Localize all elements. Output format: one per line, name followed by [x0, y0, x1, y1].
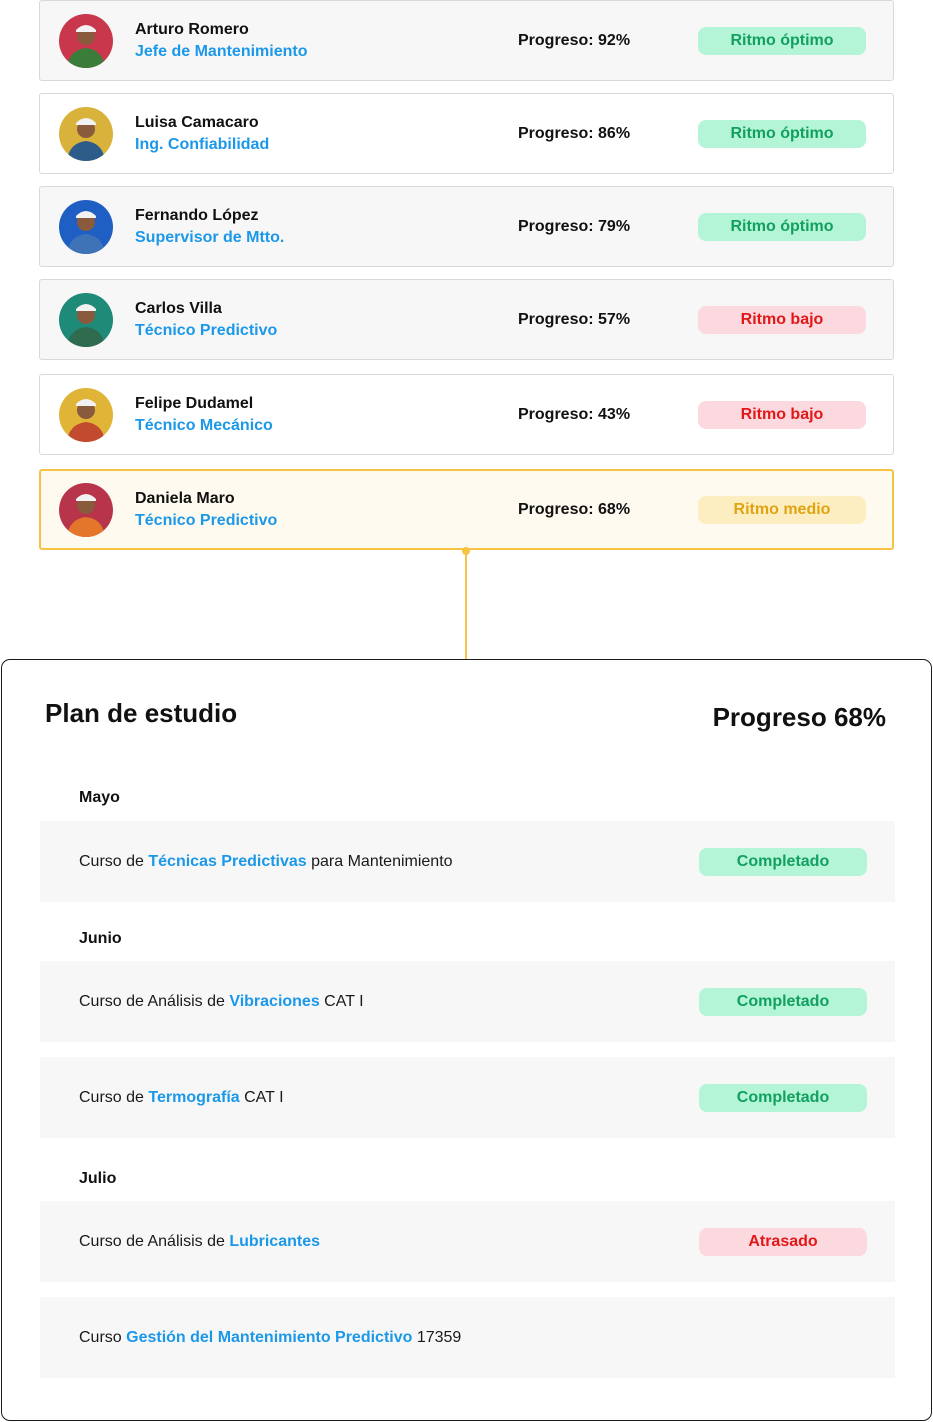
status-badge: Ritmo bajo [698, 400, 866, 429]
status-badge: Ritmo óptimo [698, 212, 866, 241]
person-icon [59, 387, 113, 442]
person-name: Daniela Maro [135, 489, 235, 507]
status-badge: Ritmo bajo [698, 305, 866, 334]
month-label: Mayo [79, 789, 120, 806]
person-role: Técnico Predictivo [135, 321, 278, 339]
course-title: Curso Gestión del Mantenimiento Predicti… [79, 1328, 462, 1346]
avatar [59, 387, 113, 442]
person-role: Jefe de Mantenimiento [135, 42, 308, 60]
status-badge: Ritmo óptimo [698, 119, 866, 148]
person-progress: Progreso: 68% [518, 500, 631, 518]
course-row[interactable]: Curso de Análisis de Vibraciones CAT I C… [40, 961, 895, 1042]
month-label: Junio [79, 930, 122, 947]
person-icon [59, 106, 113, 161]
avatar [59, 199, 113, 254]
person-card[interactable]: Felipe Dudamel Técnico Mecánico Progreso… [39, 374, 894, 455]
person-progress: Progreso: 86% [518, 124, 631, 142]
course-row[interactable]: Curso de Termografía CAT I Completado [40, 1057, 895, 1138]
person-name: Luisa Camacaro [135, 113, 259, 131]
person-name: Felipe Dudamel [135, 394, 254, 412]
person-role: Ing. Confiabilidad [135, 135, 270, 153]
course-title: Curso de Análisis de Vibraciones CAT I [79, 992, 364, 1010]
panel-progress: Progreso 68% [712, 702, 886, 732]
course-title: Curso de Análisis de Lubricantes [79, 1232, 320, 1250]
avatar [59, 13, 113, 68]
person-progress: Progreso: 79% [518, 217, 631, 235]
study-plan-panel: Plan de estudio Progreso 68% Mayo Curso … [1, 659, 932, 1421]
person-card[interactable]: Luisa Camacaro Ing. Confiabilidad Progre… [39, 93, 894, 174]
person-card[interactable]: Carlos Villa Técnico Predictivo Progreso… [39, 279, 894, 360]
status-badge: Completado [699, 987, 867, 1016]
person-name: Carlos Villa [135, 299, 222, 317]
person-name: Arturo Romero [135, 20, 249, 38]
avatar [59, 106, 113, 161]
person-role: Técnico Predictivo [135, 511, 278, 529]
course-row[interactable]: Curso de Técnicas Predictivas para Mante… [40, 821, 895, 902]
person-progress: Progreso: 57% [518, 310, 631, 328]
status-badge: Ritmo medio [698, 495, 866, 524]
person-progress: Progreso: 43% [518, 405, 631, 423]
course-title: Curso de Termografía CAT I [79, 1088, 284, 1106]
person-progress: Progreso: 92% [518, 31, 631, 49]
course-row[interactable]: Curso de Análisis de Lubricantes Atrasad… [40, 1201, 895, 1282]
status-badge: Ritmo óptimo [698, 26, 866, 55]
status-badge: Atrasado [699, 1227, 867, 1256]
month-label: Julio [79, 1170, 117, 1187]
person-card[interactable]: Arturo Romero Jefe de Mantenimiento Prog… [39, 0, 894, 81]
panel-title: Plan de estudio [45, 698, 238, 728]
person-name: Fernando López [135, 206, 259, 224]
connector-line [465, 551, 467, 659]
person-icon [59, 292, 113, 347]
person-role: Supervisor de Mtto. [135, 228, 285, 246]
avatar [59, 292, 113, 347]
status-badge: Completado [699, 847, 867, 876]
status-badge: Completado [699, 1083, 867, 1112]
person-icon [59, 199, 113, 254]
person-icon [59, 482, 113, 537]
person-role: Técnico Mecánico [135, 416, 273, 434]
person-card[interactable]: Fernando López Supervisor de Mtto. Progr… [39, 186, 894, 267]
avatar [59, 482, 113, 537]
course-row[interactable]: Curso Gestión del Mantenimiento Predicti… [40, 1297, 895, 1378]
person-icon [59, 13, 113, 68]
person-card-selected[interactable]: Daniela Maro Técnico Predictivo Progreso… [39, 469, 894, 550]
course-title: Curso de Técnicas Predictivas para Mante… [79, 852, 453, 870]
